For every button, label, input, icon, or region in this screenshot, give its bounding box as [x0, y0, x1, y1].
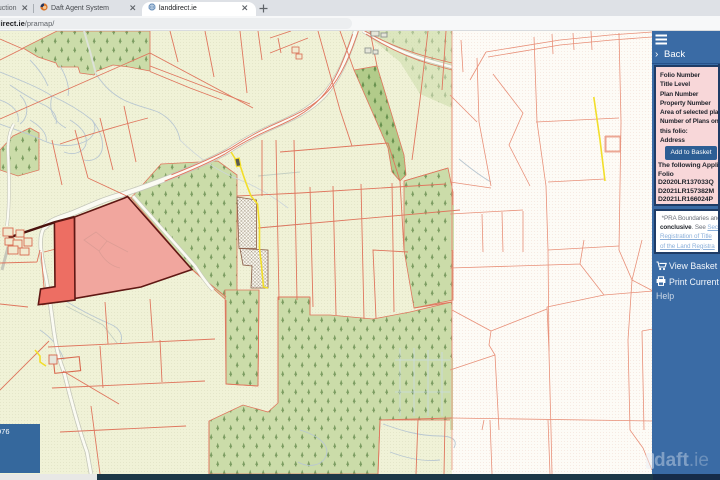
svg-text:976: 976	[0, 427, 10, 436]
